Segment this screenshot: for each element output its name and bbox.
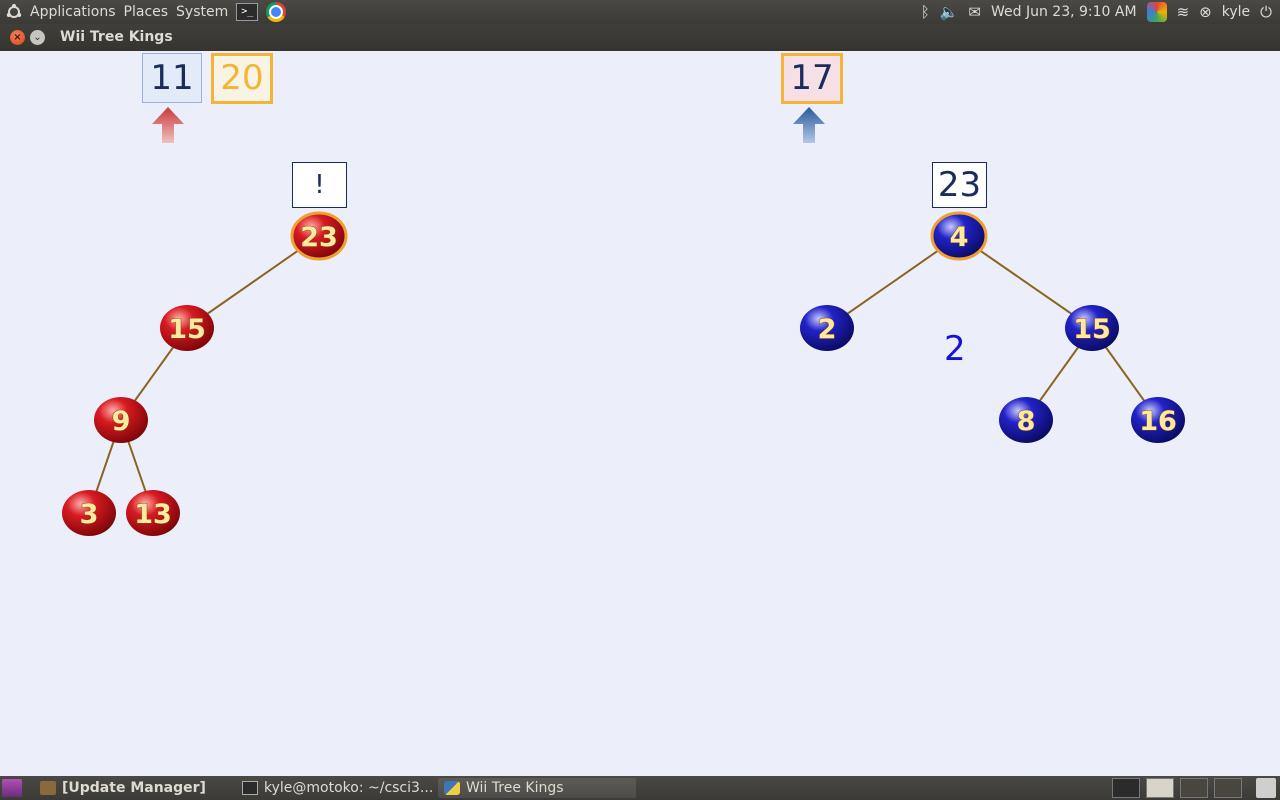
window-title: Wii Tree Kings: [60, 29, 173, 45]
workspace-4[interactable]: [1214, 778, 1242, 798]
bluetooth-icon[interactable]: ᛒ: [921, 0, 930, 24]
top-panel: Applications Places System >_ ᛒ 🔈 ✉ Wed …: [0, 0, 1280, 24]
close-icon[interactable]: ×: [10, 30, 25, 45]
terminal-launcher-icon[interactable]: >_: [236, 3, 259, 21]
taskbar-item-wii-tree-kings[interactable]: Wii Tree Kings: [438, 778, 636, 798]
left-target-box: 20: [211, 53, 273, 104]
node-label: 13: [134, 499, 172, 530]
left-tree-node[interactable]: 13: [126, 490, 180, 536]
left-tree-edges: [88, 235, 320, 514]
node-label: 15: [1073, 314, 1111, 345]
right-tree-node[interactable]: 2: [800, 305, 854, 351]
package-icon: [40, 781, 56, 795]
node-label: 15: [168, 314, 206, 345]
window-titlebar: × ⌄ Wii Tree Kings: [0, 24, 1280, 51]
node-label: 3: [80, 499, 99, 530]
ubuntu-logo-icon[interactable]: [6, 4, 22, 20]
python-icon: [444, 781, 460, 795]
left-tree-node[interactable]: 3: [62, 490, 116, 536]
menu-applications[interactable]: Applications: [30, 4, 116, 20]
task-label: [Update Manager]: [62, 780, 206, 796]
game-drawing: 23 15 9 3 13 4 2 15 8 16: [62, 107, 1185, 536]
right-player-arrow-icon: [793, 107, 825, 143]
taskbar-item-terminal[interactable]: kyle@motoko: ~/csci3...: [236, 778, 434, 798]
bottom-panel: [Update Manager] kyle@motoko: ~/csci3...…: [0, 776, 1280, 800]
taskbar-item-update-manager[interactable]: [Update Manager]: [34, 778, 232, 798]
task-label: Wii Tree Kings: [466, 780, 564, 796]
minimize-icon[interactable]: ⌄: [30, 30, 45, 45]
right-tree-node[interactable]: 8: [999, 397, 1053, 443]
terminal-icon: [242, 781, 258, 795]
task-label: kyle@motoko: ~/csci3...: [264, 780, 434, 796]
left-score-box: 11: [142, 53, 202, 103]
wifi-icon[interactable]: ≋: [1177, 0, 1190, 24]
clock[interactable]: Wed Jun 23, 9:10 AM: [991, 4, 1137, 20]
game-canvas[interactable]: 23 15 9 3 13 4 2 15 8 16 11 20 17 ! 23 2: [0, 51, 1280, 776]
floating-number: 2: [944, 329, 966, 369]
trash-icon[interactable]: [1256, 778, 1276, 798]
menu-system[interactable]: System: [176, 4, 228, 20]
node-label: 9: [112, 406, 131, 437]
workspace-1[interactable]: [1112, 778, 1140, 798]
node-label: 16: [1139, 406, 1177, 437]
left-tree-value-box: !: [292, 162, 347, 208]
left-player-arrow-icon: [152, 107, 184, 143]
volume-icon[interactable]: 🔈: [940, 0, 959, 24]
node-label: 2: [818, 314, 837, 345]
right-tree-node[interactable]: 16: [1131, 397, 1185, 443]
right-score-box: 17: [781, 53, 843, 104]
mail-icon[interactable]: ✉: [968, 0, 981, 24]
left-tree-node[interactable]: 15: [160, 305, 214, 351]
node-label: 8: [1017, 406, 1036, 437]
node-label: 23: [300, 222, 338, 253]
left-tree-root-node[interactable]: 23: [290, 211, 348, 261]
workspace-3[interactable]: [1180, 778, 1208, 798]
right-tree-node[interactable]: 15: [1065, 305, 1119, 351]
menu-places[interactable]: Places: [124, 4, 169, 20]
node-label: 4: [950, 222, 969, 253]
user-status-icon[interactable]: ⊗: [1199, 0, 1212, 24]
right-tree-value-box: 23: [932, 162, 987, 208]
left-tree-node[interactable]: 9: [94, 397, 148, 443]
chrome-launcher-icon[interactable]: [266, 2, 287, 22]
app-indicator-icon[interactable]: [1146, 2, 1167, 22]
workspace-2[interactable]: [1146, 778, 1174, 798]
show-desktop-icon[interactable]: [2, 779, 22, 797]
power-icon[interactable]: ⏻: [1260, 0, 1272, 24]
right-tree-root-node[interactable]: 4: [930, 211, 988, 261]
user-name[interactable]: kyle: [1222, 4, 1250, 20]
